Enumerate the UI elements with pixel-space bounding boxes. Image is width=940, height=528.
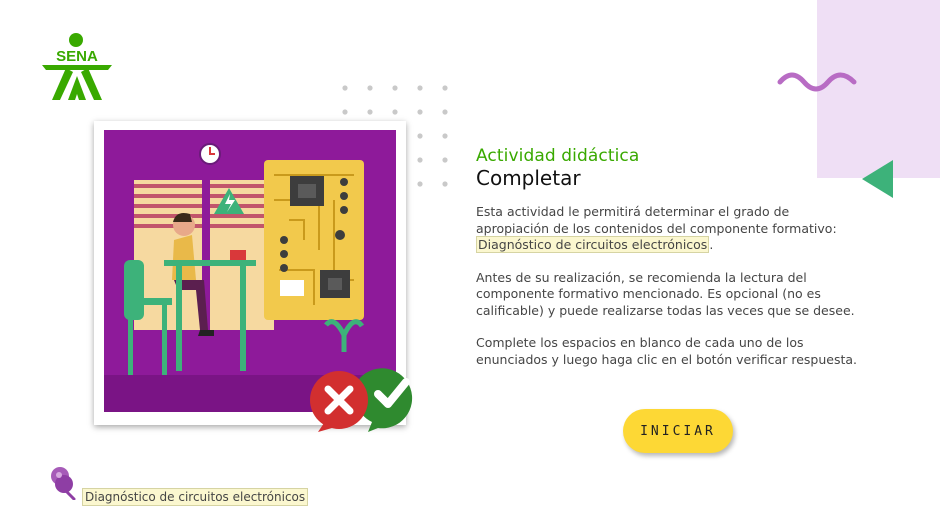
component-highlight: Diagnóstico de circuitos electrónicos (476, 236, 710, 253)
activity-kicker: Actividad didáctica (476, 146, 640, 166)
triangle-left-icon (862, 160, 893, 198)
footer-component: Diagnóstico de circuitos electrónicos (48, 466, 309, 506)
intro-paragraph-1: Esta actividad le permitirá determinar e… (476, 204, 866, 254)
activity-illustration (94, 121, 413, 432)
sena-logo: SENA (40, 32, 114, 104)
intro-paragraph-2: Antes de su realización, se recomienda l… (476, 269, 855, 318)
footer-label: Diagnóstico de circuitos electrónicos (82, 488, 309, 506)
sena-logo-icon: SENA (42, 33, 112, 100)
page-title: Completar (476, 166, 581, 190)
intro-paragraph-1-text: Esta actividad le permitirá determinar e… (476, 204, 837, 236)
pushpin-icon (51, 467, 76, 501)
check-cross-bubbles-icon (310, 368, 413, 432)
intro-paragraph-3: Complete los espacios en blanco de cada … (476, 335, 857, 367)
activity-intro: Actividad didáctica Completar Esta activ… (476, 146, 866, 384)
intro-paragraph-1-end: . (709, 237, 714, 252)
wave-icon (777, 72, 857, 92)
start-button[interactable]: INICIAR (623, 409, 733, 453)
sena-logo-text: SENA (56, 48, 98, 65)
